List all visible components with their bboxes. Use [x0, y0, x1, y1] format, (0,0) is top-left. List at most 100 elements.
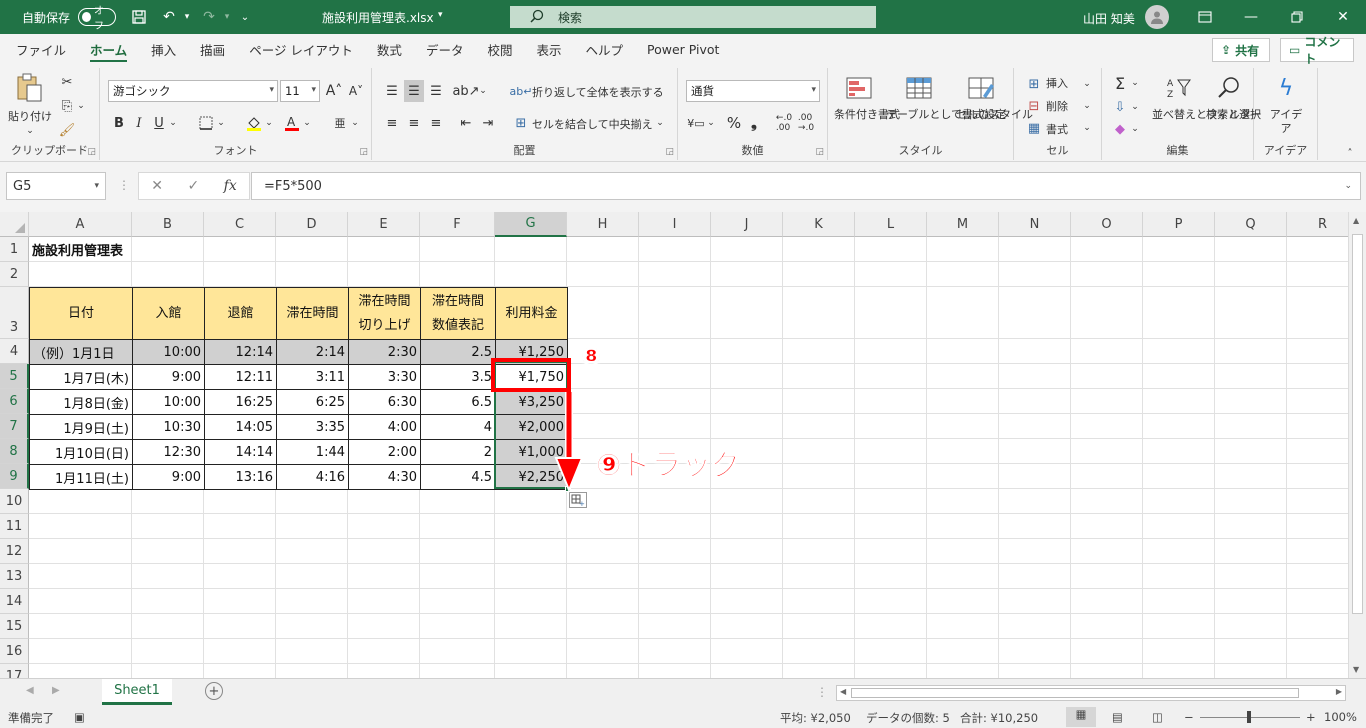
copy-icon[interactable]: ⎘: [58, 96, 76, 116]
column-header-i[interactable]: I: [639, 212, 711, 237]
sort-filter-icon[interactable]: AZ: [1164, 74, 1194, 102]
table-cell-exit[interactable]: 13:16: [204, 464, 277, 490]
splitter-handle-icon[interactable]: ⋮: [118, 178, 130, 192]
tab-view[interactable]: 表示: [524, 34, 573, 64]
accounting-format-icon[interactable]: ¥▭: [686, 112, 706, 134]
font-launcher-icon[interactable]: ◲: [359, 147, 368, 157]
worksheet-grid[interactable]: ABCDEFGHIJKLMNOPQR 1 2 3 4 5 6 7 8 9 10 11 12 13 14 15…: [0, 212, 1348, 678]
clear-dropdown-icon[interactable]: ⌄: [1130, 118, 1140, 140]
insert-dropdown-icon[interactable]: ⌄: [1082, 74, 1092, 94]
cell-styles-button[interactable]: セルのスタイル: [956, 108, 1033, 122]
scroll-down-icon[interactable]: ▼: [1353, 665, 1359, 674]
table-cell-stay[interactable]: 1:44: [276, 439, 349, 465]
sheet-title-cell[interactable]: 施設利用管理表: [29, 237, 126, 262]
tab-formulas[interactable]: 数式: [365, 34, 414, 64]
font-color-dropdown-icon[interactable]: ⌄: [302, 112, 312, 134]
row-header-15[interactable]: 15: [0, 614, 29, 639]
increase-decimal-icon[interactable]: ←.0.00: [774, 112, 794, 134]
row-header-7[interactable]: 7: [0, 414, 29, 439]
table-cell-date[interactable]: （例）1月1日: [29, 339, 133, 365]
table-cell-entry[interactable]: 10:00: [132, 339, 205, 365]
next-sheet-icon[interactable]: ▶: [52, 685, 60, 696]
conditional-formatting-icon[interactable]: [842, 74, 876, 102]
italic-button[interactable]: I: [130, 112, 148, 134]
column-header-f[interactable]: F: [420, 212, 495, 237]
cut-icon[interactable]: ✂: [58, 72, 76, 92]
close-icon[interactable]: ✕: [1320, 0, 1366, 34]
scroll-up-icon[interactable]: ▲: [1353, 216, 1359, 225]
wrap-text-button[interactable]: 折り返して全体を表示する: [532, 86, 664, 100]
file-name-dropdown-icon[interactable]: ▾: [438, 10, 443, 20]
table-cell-entry[interactable]: 10:30: [132, 414, 205, 440]
column-header-o[interactable]: O: [1071, 212, 1143, 237]
table-cell-entry[interactable]: 9:00: [132, 464, 205, 490]
percent-style-icon[interactable]: %: [724, 112, 744, 134]
customize-qat-icon[interactable]: ⌄: [234, 6, 256, 28]
align-bottom-icon[interactable]: ☰: [426, 80, 446, 102]
header-cell-entry[interactable]: 入館: [132, 287, 205, 340]
comment-button[interactable]: ▭ コメント: [1280, 35, 1354, 66]
table-cell-stay[interactable]: 6:25: [276, 389, 349, 415]
select-all-corner[interactable]: [0, 212, 29, 237]
row-header-13[interactable]: 13: [0, 564, 29, 589]
fill-icon[interactable]: ⇩: [1110, 96, 1130, 118]
phonetic-dropdown-icon[interactable]: ⌄: [350, 112, 360, 134]
tab-help[interactable]: ヘルプ: [573, 34, 635, 64]
add-sheet-icon[interactable]: +: [205, 682, 223, 700]
tab-draw[interactable]: 描画: [188, 34, 237, 64]
clipboard-launcher-icon[interactable]: ◲: [87, 147, 96, 157]
column-header-c[interactable]: C: [204, 212, 276, 237]
table-cell-entry[interactable]: 10:00: [132, 389, 205, 415]
header-cell-rounded[interactable]: 滞在時間 切り上げ: [348, 287, 421, 340]
decrease-decimal-icon[interactable]: .00 →.0: [796, 112, 816, 134]
fill-dropdown-icon[interactable]: ⌄: [1130, 96, 1140, 118]
table-cell-rounded[interactable]: 2:00: [348, 439, 421, 465]
row-header-8[interactable]: 8: [0, 439, 29, 464]
column-header-q[interactable]: Q: [1215, 212, 1287, 237]
row-header-10[interactable]: 10: [0, 489, 29, 514]
header-cell-fee[interactable]: 利用料金: [495, 287, 568, 340]
format-as-table-button[interactable]: テーブルとして書式設定: [886, 108, 1006, 122]
autosave-toggle[interactable]: オフ: [78, 6, 116, 32]
row-header-2[interactable]: 2: [0, 262, 29, 287]
column-header-e[interactable]: E: [348, 212, 420, 237]
zoom-out-icon[interactable]: −: [1184, 710, 1194, 724]
align-right-icon[interactable]: ≡: [426, 112, 446, 134]
delete-dropdown-icon[interactable]: ⌄: [1082, 96, 1092, 116]
horizontal-scrollbar[interactable]: ◀ ▶: [836, 685, 1346, 701]
clear-icon[interactable]: ◆: [1110, 118, 1130, 140]
row-header-4[interactable]: 4: [0, 339, 29, 364]
format-cells-icon[interactable]: ▦: [1024, 118, 1044, 138]
row-header-9[interactable]: 9: [0, 464, 29, 489]
table-cell-stay[interactable]: 3:35: [276, 414, 349, 440]
user-name[interactable]: 山田 知美: [1083, 10, 1135, 27]
tab-insert[interactable]: 挿入: [139, 34, 188, 64]
find-select-button[interactable]: 検索と選択: [1206, 108, 1261, 122]
orientation-dropdown-icon[interactable]: ⌄: [478, 80, 488, 102]
paste-icon[interactable]: [12, 72, 46, 104]
format-dropdown-icon[interactable]: ⌄: [1082, 118, 1092, 138]
table-cell-stay[interactable]: 3:11: [276, 364, 349, 390]
row-header-1[interactable]: 1: [0, 237, 29, 262]
expand-formula-icon[interactable]: ⌄: [1344, 181, 1352, 191]
collapse-ribbon-icon[interactable]: ˄: [1342, 146, 1358, 160]
number-launcher-icon[interactable]: ◲: [815, 147, 824, 157]
table-cell-rounded[interactable]: 6:30: [348, 389, 421, 415]
save-icon[interactable]: [128, 6, 150, 28]
table-cell-numeric[interactable]: 6.5: [420, 389, 496, 415]
align-left-icon[interactable]: ≡: [382, 112, 402, 134]
share-button[interactable]: ⇪ 共有: [1212, 38, 1270, 62]
undo-dropdown-icon[interactable]: ▾: [176, 6, 198, 28]
status-sum[interactable]: 合計: ¥10,250: [960, 710, 1038, 726]
scroll-right-icon[interactable]: ▶: [1336, 687, 1342, 696]
sheet-tab-sheet1[interactable]: Sheet1: [102, 679, 172, 705]
row-header-12[interactable]: 12: [0, 539, 29, 564]
table-cell-numeric[interactable]: 2.5: [420, 339, 496, 365]
tab-file[interactable]: ファイル: [4, 34, 78, 64]
table-cell-date[interactable]: 1月9日(土): [29, 414, 133, 440]
table-cell-stay[interactable]: 2:14: [276, 339, 349, 365]
table-cell-numeric[interactable]: 2: [420, 439, 496, 465]
comma-style-icon[interactable]: ❟: [746, 112, 762, 134]
row-header-11[interactable]: 11: [0, 514, 29, 539]
macro-record-icon[interactable]: ▣: [74, 710, 85, 724]
